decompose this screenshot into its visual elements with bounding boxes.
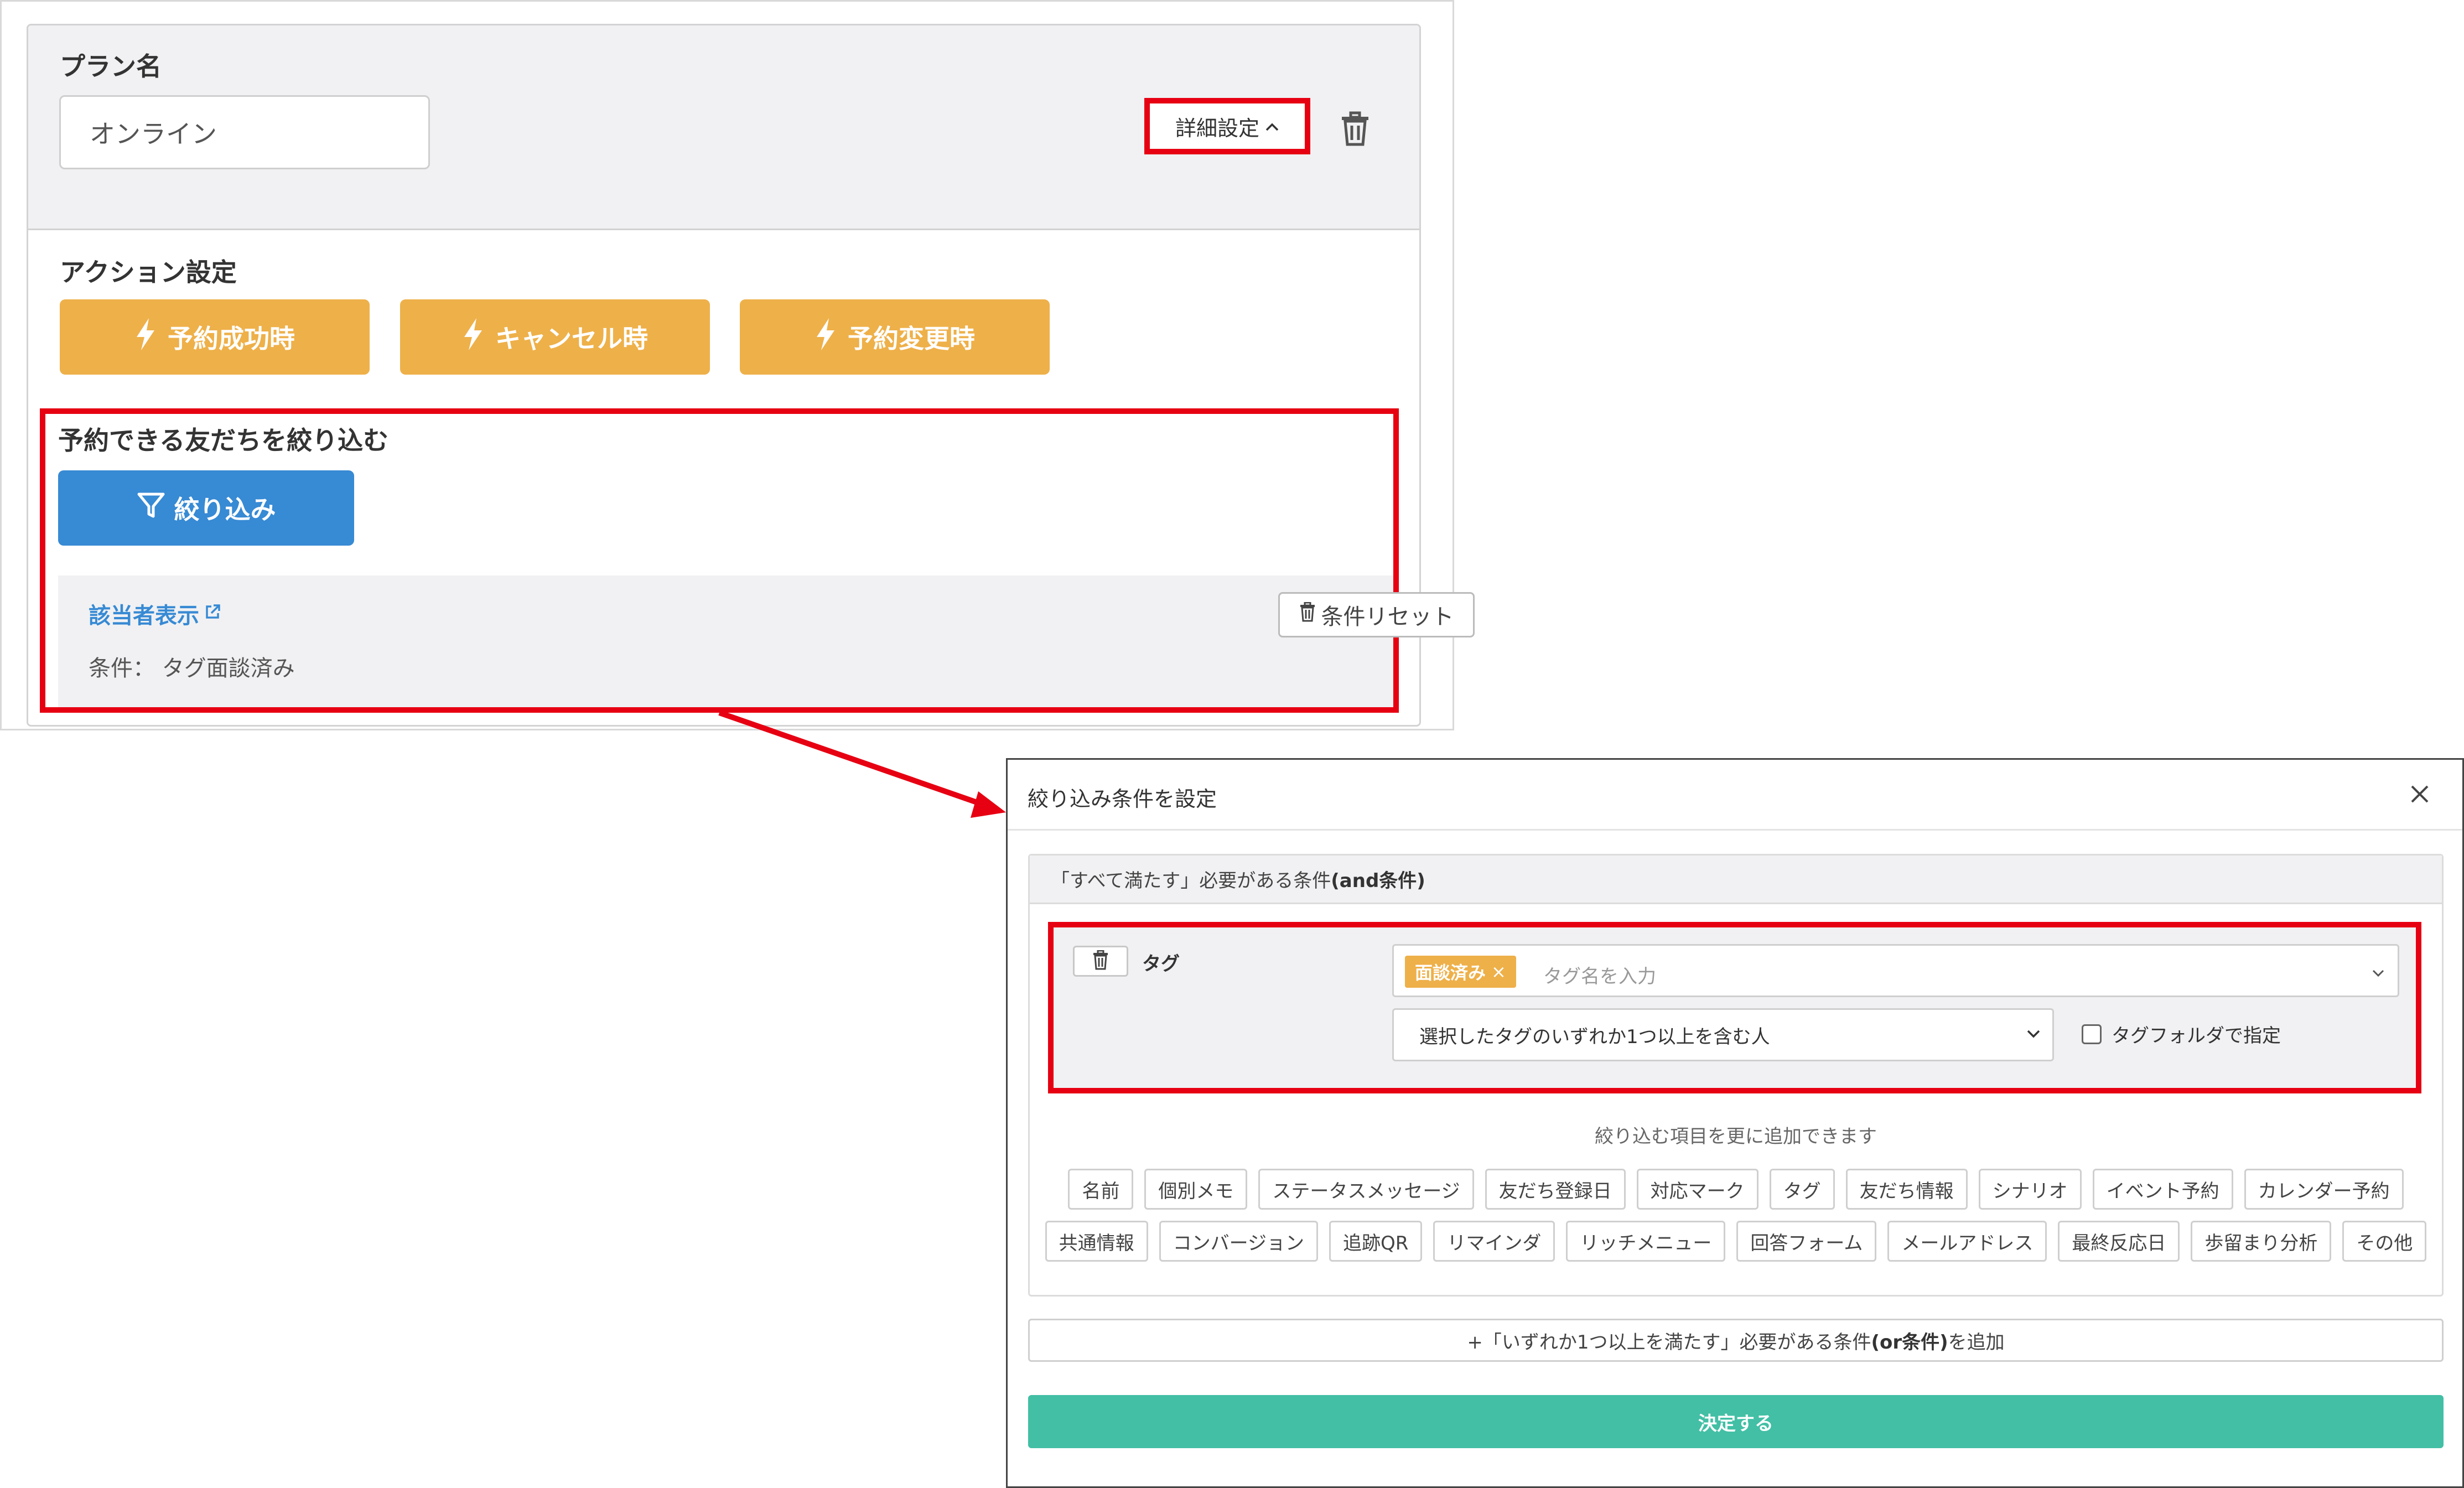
- field-chip[interactable]: ステータスメッセージ: [1258, 1169, 1474, 1210]
- and-conditions-header: 「すべて満たす」必要がある条件 (and条件): [1030, 856, 2442, 904]
- field-chip[interactable]: 最終反応日: [2058, 1221, 2180, 1262]
- tag-folder-option[interactable]: タグフォルダで指定: [2082, 1020, 2281, 1048]
- field-chip[interactable]: その他: [2342, 1221, 2427, 1262]
- field-chip[interactable]: 回答フォーム: [1736, 1221, 1877, 1262]
- condition-summary: 条件： タグ面談済み: [89, 656, 295, 681]
- detail-settings-label: 詳細設定: [1175, 116, 1259, 141]
- action-button-cancel[interactable]: キャンセル時: [400, 299, 710, 375]
- add-or-condition-button[interactable]: +「いずれか1つ以上を満たす」必要がある条件 (or条件) を追加: [1028, 1319, 2444, 1362]
- field-chip[interactable]: 対応マーク: [1636, 1169, 1758, 1210]
- trash-icon[interactable]: [1339, 111, 1372, 147]
- filter-result-box: 該当者表示 条件： タグ面談済み 条件リセット: [58, 576, 1475, 707]
- trash-icon: [1299, 602, 1321, 628]
- trash-icon: [1092, 950, 1109, 972]
- chevron-down-icon: [2027, 1026, 2040, 1042]
- field-chip[interactable]: リッチメニュー: [1566, 1221, 1726, 1262]
- selected-tag-chip: 面談済み ×: [1405, 956, 1516, 988]
- external-link-icon: [199, 601, 221, 626]
- match-mode-select[interactable]: 選択したタグのいずれか1つ以上を含む人: [1392, 1008, 2054, 1061]
- field-chip[interactable]: 名前: [1068, 1169, 1134, 1210]
- show-matching-link[interactable]: 該当者表示: [89, 598, 221, 630]
- field-chips-row-1: 名前 個別メモ ステータスメッセージ 友だち登録日 対応マーク タグ 友だち情報 シナリオ イベ…: [1030, 1169, 2442, 1210]
- remove-tag-icon[interactable]: ×: [1491, 961, 1506, 982]
- action-button-booking-change[interactable]: 予約変更時: [740, 299, 1050, 375]
- tag-folder-checkbox[interactable]: [2082, 1024, 2102, 1044]
- field-chip[interactable]: コンバージョン: [1159, 1221, 1318, 1262]
- tag-input-placeholder: タグ名を入力: [1543, 966, 1656, 988]
- field-chip[interactable]: 歩留まり分析: [2191, 1221, 2332, 1262]
- add-more-hint: 絞り込む項目を更に追加できます: [1595, 1126, 1877, 1148]
- lightning-icon: [134, 317, 168, 357]
- lightning-icon: [815, 317, 848, 357]
- plan-name-input[interactable]: オンライン: [59, 95, 430, 169]
- chevron-up-icon: [1265, 117, 1279, 136]
- action-settings-title: アクション設定: [60, 257, 237, 287]
- field-chip[interactable]: 友だち登録日: [1485, 1169, 1626, 1210]
- tag-input[interactable]: 面談済み × タグ名を入力: [1392, 944, 2399, 997]
- plan-header: プラン名 オンライン 詳細設定: [28, 25, 1419, 230]
- submit-button[interactable]: 決定する: [1028, 1395, 2444, 1448]
- lightning-icon: [462, 317, 495, 357]
- action-button-booking-success[interactable]: 予約成功時: [60, 299, 370, 375]
- field-chip[interactable]: 友だち情報: [1845, 1169, 1968, 1210]
- field-chip[interactable]: リマインダ: [1433, 1221, 1555, 1262]
- chevron-down-icon[interactable]: [2372, 967, 2384, 981]
- field-chip[interactable]: シナリオ: [1978, 1169, 2082, 1210]
- filter-conditions-modal: 絞り込み条件を設定 「すべて満たす」必要がある条件 (and条件) タグ 面談済…: [1006, 758, 2464, 1488]
- modal-title: 絞り込み条件を設定: [1028, 787, 1217, 811]
- close-icon[interactable]: [2408, 782, 2432, 806]
- and-conditions-panel: 「すべて満たす」必要がある条件 (and条件) タグ 面談済み × タグ名を入力: [1028, 854, 2444, 1297]
- field-chip[interactable]: カレンダー予約: [2244, 1169, 2404, 1210]
- filter-section-title: 予約できる友だちを絞り込む: [58, 426, 389, 455]
- condition-label: タグ: [1142, 953, 1180, 975]
- field-chip[interactable]: タグ: [1769, 1169, 1835, 1210]
- delete-condition-button[interactable]: [1073, 946, 1128, 977]
- filter-button[interactable]: 絞り込み: [58, 470, 354, 546]
- field-chip[interactable]: 追跡QR: [1329, 1221, 1423, 1262]
- modal-header: 絞り込み条件を設定: [1008, 760, 2462, 831]
- field-chip[interactable]: メールアドレス: [1887, 1221, 2047, 1262]
- field-chip[interactable]: 個別メモ: [1144, 1169, 1248, 1210]
- detail-settings-button[interactable]: 詳細設定: [1144, 98, 1310, 154]
- reset-conditions-button[interactable]: 条件リセット: [1278, 592, 1475, 637]
- field-chips-row-2: 共通情報 コンバージョン 追跡QR リマインダ リッチメニュー 回答フォーム メールアドレス…: [1030, 1221, 2442, 1262]
- field-chip[interactable]: イベント予約: [2092, 1169, 2233, 1210]
- tag-condition-row: タグ 面談済み × タグ名を入力 選択したタグのいずれか1つ以上を含む人 タグフ…: [1048, 922, 2421, 1093]
- funnel-icon: [137, 491, 174, 526]
- plan-name-label: プラン名: [60, 51, 162, 81]
- field-chip[interactable]: 共通情報: [1045, 1221, 1148, 1262]
